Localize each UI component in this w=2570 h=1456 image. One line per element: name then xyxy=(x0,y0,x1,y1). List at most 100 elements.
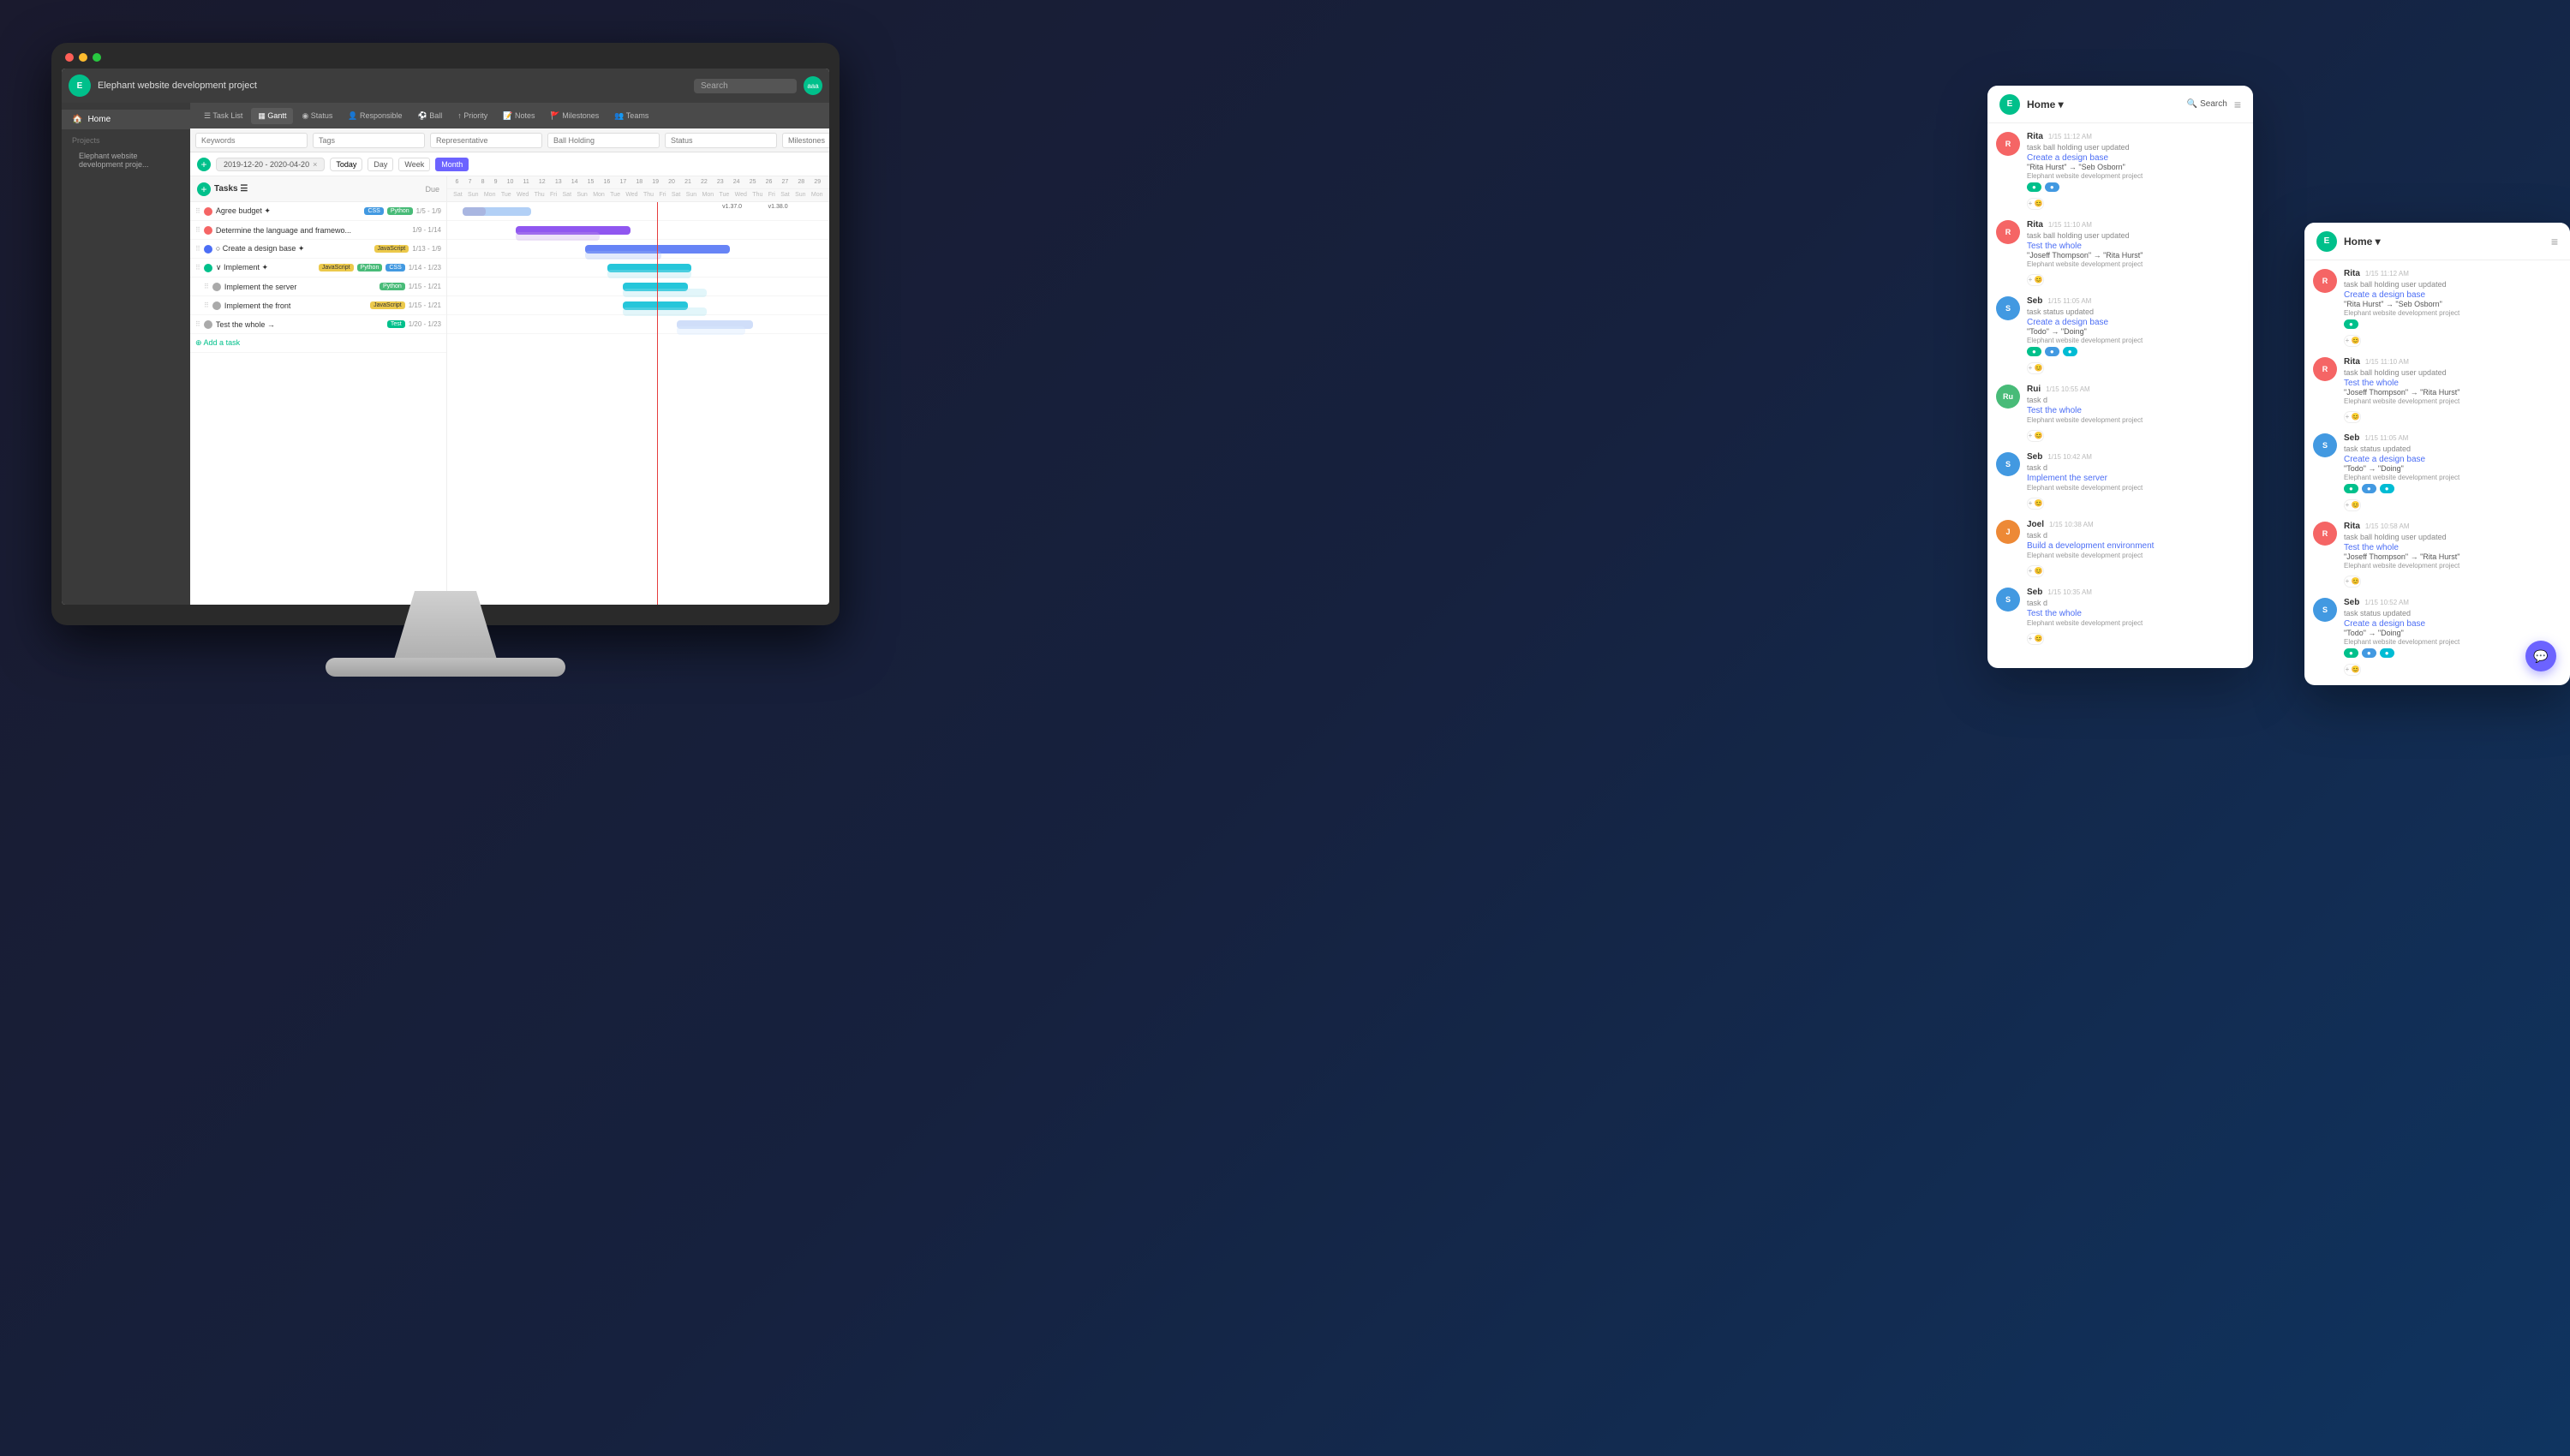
react-btn[interactable]: + 😊 xyxy=(2027,565,2044,577)
msg-link[interactable]: Test the whole xyxy=(2027,406,2244,415)
gantt-area: + Tasks ☰ Due ⠿ Agree budget ✦ CSS xyxy=(190,176,829,605)
drag-handle[interactable]: ⠿ xyxy=(195,226,200,234)
drag-handle[interactable]: ⠿ xyxy=(195,245,200,253)
msg-link[interactable]: Test the whole xyxy=(2027,242,2244,251)
drag-handle[interactable]: ⠿ xyxy=(195,320,200,328)
msg-link[interactable]: Implement the server xyxy=(2027,474,2244,483)
msg-tag: ● xyxy=(2045,182,2059,192)
msg-timestamp: 1/15 11:10 AM xyxy=(2048,221,2092,229)
msg-link[interactable]: Create a design base xyxy=(2344,455,2561,464)
msg-link[interactable]: Create a design base xyxy=(2027,153,2244,163)
drag-handle[interactable]: ⠿ xyxy=(204,283,209,290)
representative-input[interactable] xyxy=(430,133,542,148)
drag-handle[interactable]: ⠿ xyxy=(195,264,200,272)
message-body: Rita 1/15 11:10 AM task ball holding use… xyxy=(2344,357,2561,423)
react-btn[interactable]: + 😊 xyxy=(2344,335,2361,347)
react-btn[interactable]: + 😊 xyxy=(2344,576,2361,588)
day-btn[interactable]: Day xyxy=(368,158,393,171)
week-btn[interactable]: Week xyxy=(398,158,430,171)
month-btn[interactable]: Month xyxy=(435,158,469,171)
task-name[interactable]: Determine the language and framewo... xyxy=(216,226,409,235)
msg-action: task ball holding user updated xyxy=(2344,280,2561,289)
chat-menu-btn[interactable]: ≡ xyxy=(2234,98,2241,111)
status-input[interactable] xyxy=(665,133,777,148)
msg-username: Rita xyxy=(2027,220,2043,230)
list-item: S Seb 1/15 10:35 AM task d Test the whol… xyxy=(1996,588,2244,645)
gantt-right-panel: 6789 10111213 14151617 18192021 22232425… xyxy=(447,176,829,605)
task-name[interactable]: ∨ Implement ✦ xyxy=(216,263,315,272)
tab-priority[interactable]: ↑ Priority xyxy=(451,108,494,123)
msg-username: Seb xyxy=(2027,588,2042,597)
task-name[interactable]: ○ Create a design base ✦ xyxy=(216,244,371,254)
task-name-server[interactable]: Implement the server xyxy=(224,283,376,291)
drag-handle[interactable]: ⠿ xyxy=(195,207,200,215)
task-icon xyxy=(212,283,221,291)
keywords-input[interactable] xyxy=(195,133,308,148)
gantt-chart-body: v1.37.0 v1.38.0 xyxy=(447,202,829,605)
ball-holding-input[interactable] xyxy=(547,133,660,148)
msg-username: Joel xyxy=(2027,520,2044,529)
tab-notes[interactable]: 📝 Notes xyxy=(496,108,541,124)
msg-tag: ● xyxy=(2027,182,2041,192)
list-item: J Joel 1/15 10:38 AM task d Build a deve… xyxy=(1996,520,2244,577)
react-btn[interactable]: + 😊 xyxy=(2027,633,2044,645)
task-icon xyxy=(204,245,212,254)
tab-teams[interactable]: 👥 Teams xyxy=(607,108,655,124)
add-task-icon-btn[interactable]: + xyxy=(197,182,211,196)
msg-link[interactable]: Create a design base xyxy=(2344,619,2561,629)
chat-float-menu-btn[interactable]: ≡ xyxy=(2551,235,2558,248)
tab-milestones[interactable]: 🚩 Milestones xyxy=(544,108,607,124)
task-name-front[interactable]: Implement the front xyxy=(224,301,367,310)
close-dot[interactable] xyxy=(65,53,74,62)
python-tag: Python xyxy=(380,283,405,290)
table-row: ⠿ Implement the server Python 1/15 - 1/2… xyxy=(190,277,446,296)
react-btn[interactable]: + 😊 xyxy=(2027,274,2044,286)
sidebar-projects-label: Projects xyxy=(62,133,190,148)
react-btn[interactable]: + 😊 xyxy=(2027,430,2044,442)
list-item: S Seb 1/15 11:05 AM task status updated … xyxy=(1996,296,2244,374)
minimize-dot[interactable] xyxy=(79,53,87,62)
msg-username: Seb xyxy=(2027,452,2042,462)
msg-username: Seb xyxy=(2344,598,2359,607)
tab-ball[interactable]: ⚽ Ball xyxy=(411,108,450,124)
chat-fab-btn[interactable]: 💬 xyxy=(2525,641,2556,671)
react-btn[interactable]: + 😊 xyxy=(2344,664,2361,676)
react-btn[interactable]: + 😊 xyxy=(2344,499,2361,511)
sidebar-home[interactable]: 🏠 Home xyxy=(62,110,190,129)
tab-responsible[interactable]: 👤 Responsible xyxy=(341,108,409,124)
message-body: Rita 1/15 10:58 AM task ball holding use… xyxy=(2344,522,2561,588)
task-date: 1/20 - 1/23 xyxy=(409,320,441,328)
msg-link[interactable]: Test the whole xyxy=(2027,609,2244,618)
date-clear-btn[interactable]: × xyxy=(313,160,317,169)
sidebar-project-item[interactable]: Elephant website development proje... xyxy=(62,148,190,172)
react-btn[interactable]: + 😊 xyxy=(2027,362,2044,374)
tab-task-list[interactable]: ☰ Task List xyxy=(197,108,249,124)
msg-link[interactable]: Test the whole xyxy=(2344,379,2561,388)
list-item: S Seb 1/15 10:42 AM task d Implement the… xyxy=(1996,452,2244,510)
maximize-dot[interactable] xyxy=(93,53,101,62)
msg-link[interactable]: Create a design base xyxy=(2027,318,2244,327)
chat-search-btn[interactable]: 🔍 Search xyxy=(2187,99,2227,109)
react-btn[interactable]: + 😊 xyxy=(2027,498,2044,510)
task-name-test[interactable]: Test the whole → xyxy=(216,320,384,329)
task-name[interactable]: Agree budget ✦ xyxy=(216,206,362,216)
gantt-timeline-header: 6789 10111213 14151617 18192021 22232425… xyxy=(447,176,829,202)
msg-link[interactable]: Build a development environment xyxy=(2027,541,2244,551)
add-task-row[interactable]: ⊕ Add a task xyxy=(190,334,446,353)
tab-status[interactable]: ◉ Status xyxy=(295,108,339,124)
add-task-btn[interactable]: + xyxy=(197,158,211,171)
react-btn[interactable]: + 😊 xyxy=(2344,411,2361,423)
chat-float-title: Home ▾ xyxy=(2344,236,2544,248)
msg-link[interactable]: Create a design base xyxy=(2344,290,2561,300)
msg-tag: ● xyxy=(2063,347,2077,356)
today-btn[interactable]: Today xyxy=(330,158,362,171)
tab-gantt[interactable]: ▦ Gantt xyxy=(251,108,293,124)
tags-input[interactable] xyxy=(313,133,425,148)
msg-link[interactable]: Test the whole xyxy=(2344,543,2561,552)
react-btn[interactable]: + 😊 xyxy=(2027,198,2044,210)
milestones-input[interactable] xyxy=(782,133,829,148)
search-bar[interactable]: Search xyxy=(694,79,797,93)
drag-handle[interactable]: ⠿ xyxy=(204,301,209,309)
user-avatar[interactable]: aaa xyxy=(804,76,822,95)
msg-action: task d xyxy=(2027,599,2244,607)
